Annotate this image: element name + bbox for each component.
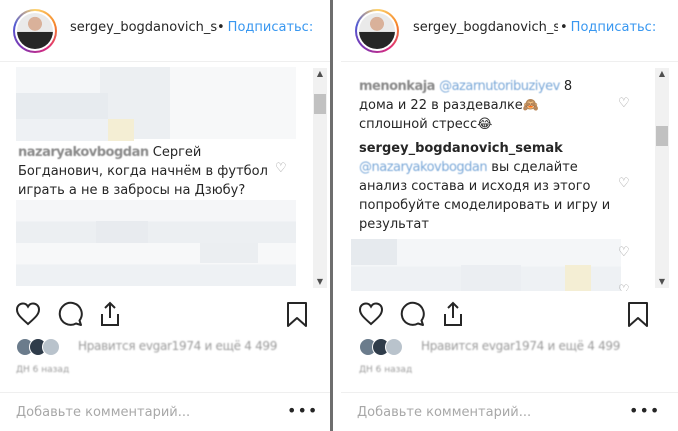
add-comment-bar: Добавьте комментарий... ••• [0,392,330,431]
likes-row[interactable]: Нравится evgar1974 и ещё 4 499 [16,336,316,358]
follow-label: Подписатьс: [227,20,314,35]
blurred-block [200,243,258,263]
post-panel-right: sergey_bogdanovich_se • Подписатьс: menon… [341,0,678,431]
scrollbar[interactable]: ▲ ▼ [313,68,327,288]
comment-author[interactable]: nazaryakovbogdan [18,145,149,160]
comment: nazaryakovbogdan Сергей Богданович, когд… [18,143,280,200]
bookmark-icon[interactable] [624,300,652,328]
comment: sergey_bogdanovich_semak @nazaryakovbogd… [359,139,617,234]
post-time: ДН 6 назад [359,365,413,375]
follow-button[interactable]: • Подписатьс: [217,20,313,35]
likes-row[interactable]: Нравится evgar1974 и ещё 4 499 [359,336,659,358]
comment-input[interactable]: Добавьте комментарий... [357,405,531,420]
avatar [42,338,60,356]
comments-list[interactable]: nazaryakovbogdan Сергей Богданович, когд… [0,63,330,291]
comment-icon[interactable] [398,300,426,328]
action-bar [341,297,678,331]
blurred-block [461,265,521,291]
follow-button[interactable]: • Подписатьс: [560,20,656,35]
share-icon[interactable] [96,300,124,328]
separator-dot: • [217,20,225,35]
blurred-block [108,119,134,141]
comment-mention[interactable]: @nazaryakovbogdan [359,160,488,175]
blurred-block [351,239,397,265]
share-icon[interactable] [439,300,467,328]
action-bar [0,297,330,331]
blurred-block [16,119,108,141]
gap [333,0,341,431]
comment-author[interactable]: menonkaja [359,79,435,94]
blurred-block [16,93,108,119]
small-heart-icon[interactable]: ♡ [275,161,287,176]
post-panel-left: sergey_bogdanovich_se • Подписатьс: nazar… [0,0,330,431]
post-header: sergey_bogdanovich_se • Подписатьс: [0,0,330,62]
small-heart-icon[interactable]: ♡ [618,176,630,191]
likes-count: Нравится evgar1974 и ещё 4 499 [78,339,278,353]
username[interactable]: sergey_bogdanovich_se [70,20,218,35]
comment: menonkaja @azarnutoribuziyev 8 дома и 22… [359,77,611,134]
avatar[interactable] [13,9,57,53]
heart-icon[interactable] [357,300,385,328]
blurred-block [96,221,148,243]
avatar[interactable] [355,9,399,53]
post-time: ДН 6 назад [16,365,70,375]
comment-mention[interactable]: @azarnutoribuziyev [439,79,560,94]
comments-list[interactable]: menonkaja @azarnutoribuziyev 8 дома и 22… [341,63,678,291]
follow-label: Подписатьс: [570,20,657,35]
scrollbar[interactable]: ▲ ▼ [655,68,669,288]
username[interactable]: sergey_bogdanovich_se [413,20,558,35]
more-options-icon[interactable]: ••• [287,401,318,420]
blurred-block [565,265,591,291]
avatar [385,338,403,356]
heart-icon[interactable] [14,300,42,328]
add-comment-bar: Добавьте комментарий... ••• [341,392,678,431]
comment-icon[interactable] [56,300,84,328]
comment-input[interactable]: Добавьте комментарий... [16,405,190,420]
small-heart-icon[interactable]: ♡ [618,245,630,260]
more-options-icon[interactable]: ••• [629,401,660,420]
post-header: sergey_bogdanovich_se • Подписатьс: [341,0,678,62]
bookmark-icon[interactable] [283,300,311,328]
separator-dot: • [560,20,568,35]
comment-author[interactable]: sergey_bogdanovich_semak [359,139,617,158]
small-heart-icon[interactable]: ♡ [618,96,630,111]
likes-count: Нравится evgar1974 и ещё 4 499 [421,339,621,353]
small-heart-icon[interactable]: ♡ [618,283,630,291]
